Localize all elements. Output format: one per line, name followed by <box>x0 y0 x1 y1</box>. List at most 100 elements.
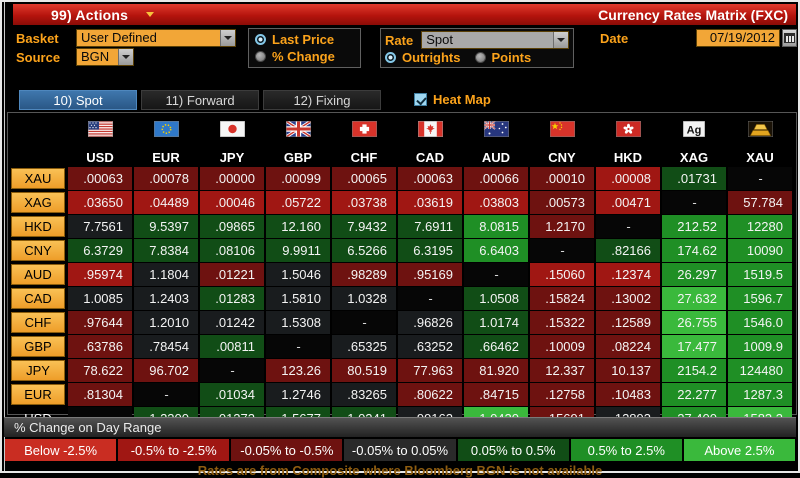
cell-XAG-JPY[interactable]: .00046 <box>200 191 264 214</box>
row-header-JPY[interactable]: JPY <box>10 359 66 382</box>
cell-CHF-EUR[interactable]: 1.2010 <box>134 311 198 334</box>
row-header-CNY[interactable]: CNY <box>10 239 66 262</box>
cell-AUD-XAG[interactable]: 26.297 <box>662 263 726 286</box>
cell-XAG-EUR[interactable]: .04489 <box>134 191 198 214</box>
cell-CNY-EUR[interactable]: 7.8384 <box>134 239 198 262</box>
cell-XAU-AUD[interactable]: .00066 <box>464 167 528 190</box>
cell-CHF-GBP[interactable]: 1.5308 <box>266 311 330 334</box>
cell-JPY-JPY[interactable]: - <box>200 359 264 382</box>
cell-CHF-AUD[interactable]: 1.0174 <box>464 311 528 334</box>
cell-XAG-HKD[interactable]: .00471 <box>596 191 660 214</box>
cell-EUR-CAD[interactable]: .80622 <box>398 383 462 406</box>
cell-XAG-CAD[interactable]: .03619 <box>398 191 462 214</box>
cell-EUR-JPY[interactable]: .01034 <box>200 383 264 406</box>
cell-XAU-CAD[interactable]: .00063 <box>398 167 462 190</box>
cell-HKD-EUR[interactable]: 9.5397 <box>134 215 198 238</box>
cell-CAD-AUD[interactable]: 1.0508 <box>464 287 528 310</box>
cell-JPY-HKD[interactable]: 10.137 <box>596 359 660 382</box>
cell-GBP-CNY[interactable]: .10009 <box>530 335 594 358</box>
cell-AUD-CAD[interactable]: .95169 <box>398 263 462 286</box>
row-header-XAU[interactable]: XAU <box>10 167 66 190</box>
row-header-HKD[interactable]: HKD <box>10 215 66 238</box>
cell-AUD-GBP[interactable]: 1.5046 <box>266 263 330 286</box>
cell-EUR-HKD[interactable]: .10483 <box>596 383 660 406</box>
cell-CHF-HKD[interactable]: .12589 <box>596 311 660 334</box>
cell-CAD-CHF[interactable]: 1.0328 <box>332 287 396 310</box>
date-input[interactable]: 07/19/2012 <box>696 29 780 47</box>
cell-EUR-GBP[interactable]: 1.2746 <box>266 383 330 406</box>
cell-XAU-HKD[interactable]: .00008 <box>596 167 660 190</box>
row-header-CHF[interactable]: CHF <box>10 311 66 334</box>
row-header-GBP[interactable]: GBP <box>10 335 66 358</box>
cell-CNY-CHF[interactable]: 6.5266 <box>332 239 396 262</box>
row-header-button-CHF[interactable]: CHF <box>11 312 65 333</box>
cell-AUD-HKD[interactable]: .12374 <box>596 263 660 286</box>
cell-CAD-CNY[interactable]: .15824 <box>530 287 594 310</box>
cell-CNY-XAU[interactable]: 10090 <box>728 239 792 262</box>
cell-GBP-CAD[interactable]: .63252 <box>398 335 462 358</box>
cell-XAG-AUD[interactable]: .03803 <box>464 191 528 214</box>
cell-CNY-USD[interactable]: 6.3729 <box>68 239 132 262</box>
cell-AUD-CHF[interactable]: .98289 <box>332 263 396 286</box>
cell-HKD-GBP[interactable]: 12.160 <box>266 215 330 238</box>
cell-HKD-XAU[interactable]: 12280 <box>728 215 792 238</box>
dropdown-arrow-icon[interactable] <box>118 49 133 65</box>
basket-select[interactable]: User Defined <box>76 29 236 47</box>
cell-AUD-EUR[interactable]: 1.1804 <box>134 263 198 286</box>
cell-XAG-CNY[interactable]: .00573 <box>530 191 594 214</box>
cell-JPY-XAG[interactable]: 2154.2 <box>662 359 726 382</box>
cell-GBP-JPY[interactable]: .00811 <box>200 335 264 358</box>
row-header-CAD[interactable]: CAD <box>10 287 66 310</box>
cell-GBP-EUR[interactable]: .78454 <box>134 335 198 358</box>
row-header-AUD[interactable]: AUD <box>10 263 66 286</box>
cell-JPY-CNY[interactable]: 12.337 <box>530 359 594 382</box>
cell-CNY-XAG[interactable]: 174.62 <box>662 239 726 262</box>
cell-CAD-USD[interactable]: 1.0085 <box>68 287 132 310</box>
cell-GBP-XAG[interactable]: 17.477 <box>662 335 726 358</box>
source-select[interactable]: BGN <box>76 48 134 66</box>
cell-EUR-AUD[interactable]: .84715 <box>464 383 528 406</box>
cell-EUR-CNY[interactable]: .12758 <box>530 383 594 406</box>
cell-JPY-XAU[interactable]: 124480 <box>728 359 792 382</box>
cell-EUR-CHF[interactable]: .83265 <box>332 383 396 406</box>
cell-CHF-CAD[interactable]: .96826 <box>398 311 462 334</box>
cell-CAD-HKD[interactable]: .13002 <box>596 287 660 310</box>
cell-HKD-CAD[interactable]: 7.6911 <box>398 215 462 238</box>
cell-GBP-HKD[interactable]: .08224 <box>596 335 660 358</box>
cell-XAU-CNY[interactable]: .00010 <box>530 167 594 190</box>
row-header-button-XAG[interactable]: XAG <box>11 192 65 213</box>
cell-HKD-XAG[interactable]: 212.52 <box>662 215 726 238</box>
cell-CHF-XAU[interactable]: 1546.0 <box>728 311 792 334</box>
cell-JPY-AUD[interactable]: 81.920 <box>464 359 528 382</box>
row-header-button-CNY[interactable]: CNY <box>11 240 65 261</box>
row-header-XAG[interactable]: XAG <box>10 191 66 214</box>
cell-CAD-CAD[interactable]: - <box>398 287 462 310</box>
cell-HKD-USD[interactable]: 7.7561 <box>68 215 132 238</box>
tab-fixing[interactable]: 12) Fixing <box>263 90 381 110</box>
cell-EUR-USD[interactable]: .81304 <box>68 383 132 406</box>
cell-XAG-GBP[interactable]: .05722 <box>266 191 330 214</box>
cell-JPY-USD[interactable]: 78.622 <box>68 359 132 382</box>
row-header-button-AUD[interactable]: AUD <box>11 264 65 285</box>
cell-JPY-EUR[interactable]: 96.702 <box>134 359 198 382</box>
dropdown-arrow-icon[interactable] <box>553 32 568 48</box>
heat-map-toggle[interactable]: Heat Map <box>414 92 491 107</box>
row-header-button-HKD[interactable]: HKD <box>11 216 65 237</box>
cell-JPY-GBP[interactable]: 123.26 <box>266 359 330 382</box>
cell-XAU-USD[interactable]: .00063 <box>68 167 132 190</box>
cell-JPY-CAD[interactable]: 77.963 <box>398 359 462 382</box>
cell-CHF-XAG[interactable]: 26.755 <box>662 311 726 334</box>
cell-XAU-JPY[interactable]: .00000 <box>200 167 264 190</box>
cell-EUR-EUR[interactable]: - <box>134 383 198 406</box>
cell-EUR-XAU[interactable]: 1287.3 <box>728 383 792 406</box>
cell-XAU-EUR[interactable]: .00078 <box>134 167 198 190</box>
cell-XAU-CHF[interactable]: .00065 <box>332 167 396 190</box>
cell-AUD-XAU[interactable]: 1519.5 <box>728 263 792 286</box>
cell-HKD-CHF[interactable]: 7.9432 <box>332 215 396 238</box>
cell-CAD-XAU[interactable]: 1596.7 <box>728 287 792 310</box>
row-header-button-JPY[interactable]: JPY <box>11 360 65 381</box>
cell-CAD-XAG[interactable]: 27.632 <box>662 287 726 310</box>
cell-CNY-CNY[interactable]: - <box>530 239 594 262</box>
cell-XAU-XAU[interactable]: - <box>728 167 792 190</box>
cell-CNY-CAD[interactable]: 6.3195 <box>398 239 462 262</box>
